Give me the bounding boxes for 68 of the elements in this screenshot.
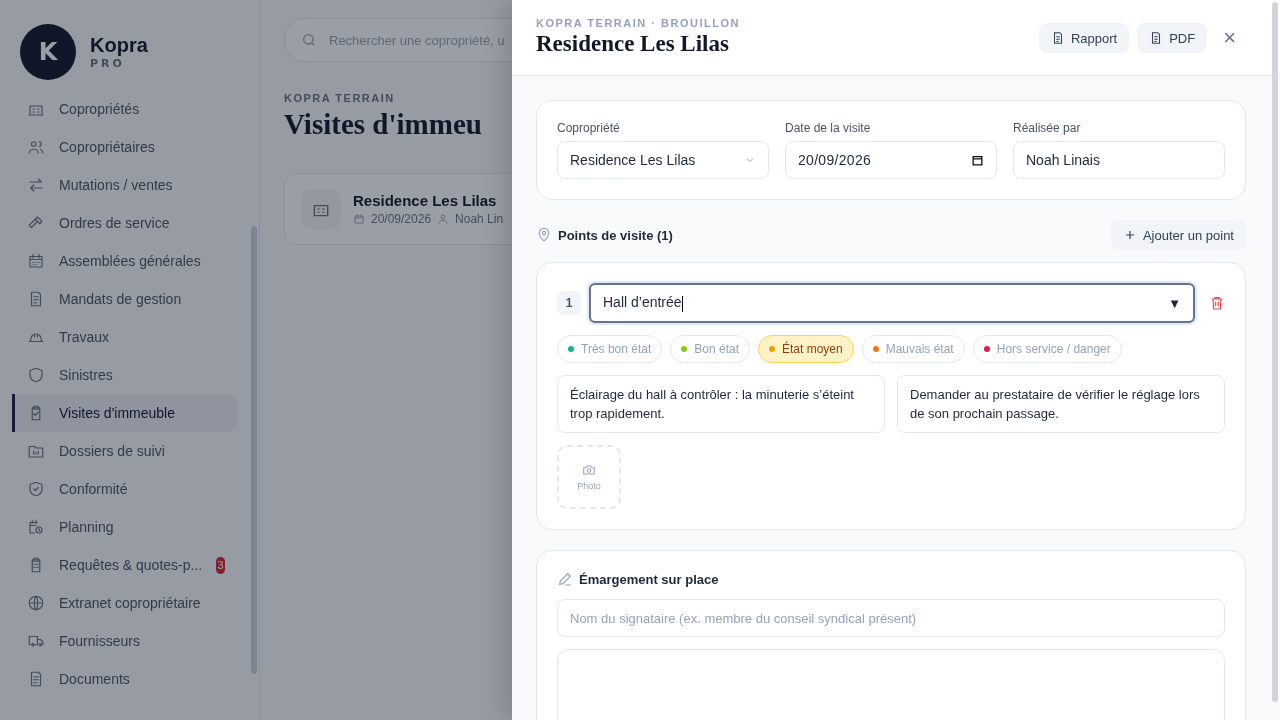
status-chip[interactable]: État moyen (757, 335, 854, 363)
field-label: Date de la visite (785, 121, 872, 135)
shield-icon (27, 366, 45, 384)
visit-author: Noah Lin (455, 212, 504, 226)
sidebar-item[interactable]: Conformité (12, 470, 237, 508)
logo-circle: K (20, 24, 76, 80)
sidebar-item[interactable]: Dossiers de suivi (12, 432, 237, 470)
page-title: Visites d'immeu (284, 108, 482, 141)
calendar-icon (353, 213, 365, 225)
field-label: Copropriété (557, 121, 621, 135)
page-eyebrow: KOPRA TERRAIN (284, 92, 396, 104)
sidebar-item[interactable]: Copropriétés (12, 90, 237, 128)
pen-icon (557, 571, 573, 587)
person-icon (437, 213, 450, 225)
calendar-clock-icon (27, 518, 45, 536)
globe-icon (27, 594, 45, 612)
sidebar-item[interactable]: Ordres de service (12, 204, 237, 242)
sidebar-item[interactable]: Extranet copropriétaire (12, 584, 237, 622)
search-icon (301, 32, 317, 48)
visit-date: 20/09/2026 (371, 212, 432, 226)
visit-name: Residence Les Lilas (353, 192, 498, 209)
section-title: Points de visite (1) (558, 227, 673, 243)
count-badge: 3 (216, 556, 225, 574)
observation-field[interactable]: Éclairage du hall à contrôler : la minuterie s’éteint trop rapidement. (557, 375, 885, 433)
camera-icon (582, 463, 596, 477)
section-title: Émargement sur place (579, 571, 719, 587)
action-field[interactable]: Demander au prestataire de vérifier le réglage lors de son prochain passage. (897, 375, 1225, 433)
status-chip[interactable]: Bon état (670, 335, 750, 363)
trash-icon[interactable] (1209, 295, 1225, 311)
sidebar-item[interactable]: Visites d'immeuble (12, 394, 237, 432)
scrollbar-thumb[interactable] (251, 226, 257, 674)
sidebar-item[interactable]: Assemblées générales (12, 242, 237, 280)
input-field[interactable]: Noah Linais (1013, 141, 1225, 179)
drawer-title: Residence Les Lilas (536, 31, 730, 57)
sidebar-item[interactable]: Documents (12, 660, 237, 698)
sidebar-item[interactable]: Planning (12, 508, 237, 546)
export-button[interactable]: PDF (1137, 23, 1208, 53)
add-point-button[interactable]: Ajouter un point (1110, 220, 1246, 250)
scrollbar-thumb[interactable] (1272, 2, 1278, 702)
building-icon (301, 189, 341, 229)
shield-check-icon (27, 480, 45, 498)
point-name-field[interactable]: Hall d’entrée ▼ (589, 283, 1195, 323)
status-chip[interactable]: Très bon état (557, 335, 663, 363)
sidebar-item[interactable]: Mutations / ventes (12, 166, 237, 204)
select-field[interactable]: Residence Les Lilas (557, 141, 769, 179)
status-chip[interactable]: Mauvais état (861, 335, 965, 363)
people-icon (27, 138, 45, 156)
sidebar-item[interactable]: Copropriétaires (12, 128, 237, 166)
drawer-eyebrow: KOPRA TERRAIN · BROUILLON (536, 17, 740, 29)
close-button[interactable]: × (1215, 25, 1244, 51)
status-chip[interactable]: Hors service / danger (972, 335, 1122, 363)
export-button[interactable]: Rapport (1038, 23, 1130, 53)
calendar-icon (971, 153, 984, 167)
signatory-field[interactable]: Nom du signataire (ex. membre du conseil syndical présent) (557, 599, 1225, 637)
arrows-icon (27, 176, 45, 194)
location-pin-icon (536, 227, 552, 243)
sidebar-item[interactable]: Travaux (12, 318, 237, 356)
sidebar-item[interactable]: Requêtes & quotes-p... 3 (12, 546, 237, 584)
photo-button[interactable]: Photo (557, 445, 621, 509)
field-label: Réalisée par (1013, 121, 1082, 135)
sidebar-item[interactable]: Sinistres (12, 356, 237, 394)
point-number: 1 (557, 291, 581, 315)
date-field[interactable]: 20/09/2026 (785, 141, 997, 179)
sidebar-item[interactable]: Mandats de gestion (12, 280, 237, 318)
brand-subtitle: PRO (90, 57, 126, 70)
calendar-icon (27, 252, 45, 270)
brand-name: Kopra (90, 34, 148, 57)
sidebar-item[interactable]: Fournisseurs (12, 622, 237, 660)
